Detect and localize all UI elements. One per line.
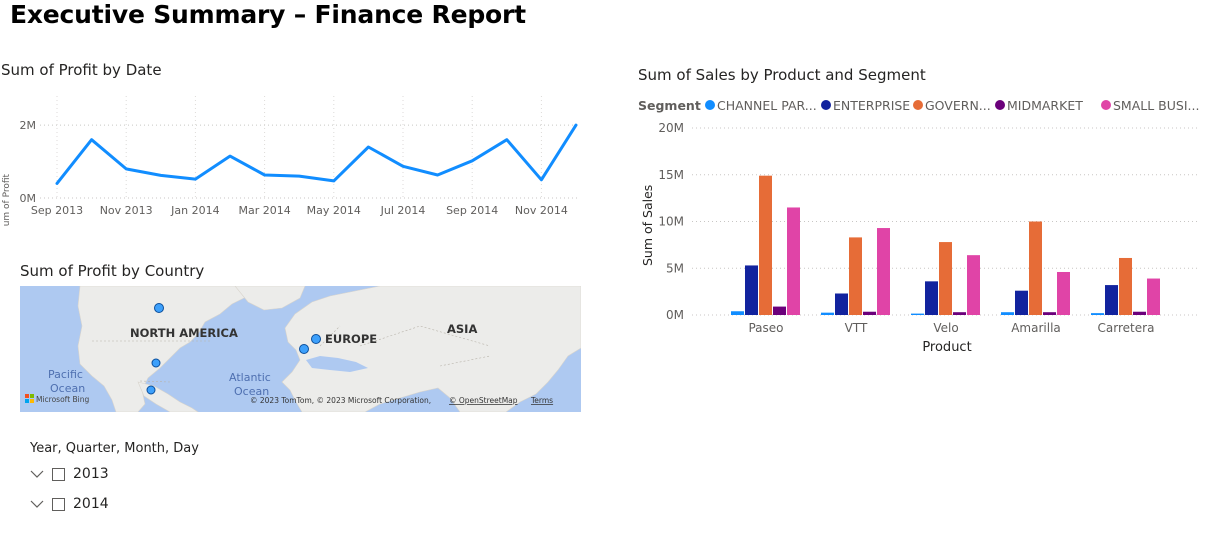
microsoft-bing-logo: Microsoft Bing bbox=[25, 394, 89, 404]
line-x-tick: May 2014 bbox=[307, 204, 361, 217]
line-x-tick: Sep 2013 bbox=[31, 204, 83, 217]
bar-x-tick: Velo bbox=[933, 321, 958, 335]
bar-y-tick: 10M bbox=[658, 215, 684, 229]
date-hierarchy-slicer-title: Year, Quarter, Month, Day bbox=[30, 441, 199, 456]
bar-velo-3[interactable] bbox=[953, 312, 966, 315]
bar-paseo-4[interactable] bbox=[787, 207, 800, 315]
map-bubble-france[interactable] bbox=[299, 344, 309, 354]
bar-velo-0[interactable] bbox=[911, 313, 924, 315]
greenland-land bbox=[234, 286, 306, 311]
bar-chart-xlabel: Product bbox=[922, 340, 971, 355]
bar-velo-2[interactable] bbox=[939, 242, 952, 315]
label-asia: ASIA bbox=[447, 322, 477, 336]
label-pacific-ocean: Ocean bbox=[50, 382, 85, 395]
sales-bar-chart[interactable]: Segment CHANNEL PAR... ENTERPRISE GOVERN..… bbox=[630, 92, 1210, 362]
europe-asia-land bbox=[281, 286, 581, 412]
legend-item[interactable]: GOVERN... bbox=[913, 98, 991, 113]
bar-velo-1[interactable] bbox=[925, 281, 938, 315]
bar-vtt-2[interactable] bbox=[849, 237, 862, 315]
line-chart-ylabel: Sum of Profit bbox=[2, 173, 12, 226]
label-north-america: NORTH AMERICA bbox=[130, 326, 238, 340]
map-bubble-canada[interactable] bbox=[154, 303, 164, 313]
legend-marker bbox=[821, 100, 831, 110]
legend-item[interactable]: SMALL BUSI... bbox=[1101, 98, 1199, 113]
bar-x-tick: Amarilla bbox=[1011, 321, 1061, 335]
bar-chart-ylabel: Sum of Sales bbox=[640, 185, 655, 266]
legend-label: ENTERPRISE bbox=[833, 98, 910, 113]
legend-item[interactable]: CHANNEL PAR... bbox=[705, 98, 817, 113]
bar-x-tick: Paseo bbox=[748, 321, 783, 335]
bar-chart-title: Sum of Sales by Product and Segment bbox=[638, 66, 926, 84]
legend-marker bbox=[705, 100, 715, 110]
label-europe: EUROPE bbox=[325, 332, 377, 346]
legend-item[interactable]: ENTERPRISE bbox=[821, 98, 910, 113]
checkbox[interactable] bbox=[52, 497, 65, 511]
bar-y-tick: 20M bbox=[658, 121, 684, 135]
map-bubble-germany[interactable] bbox=[311, 334, 321, 344]
bar-paseo-0[interactable] bbox=[731, 311, 744, 315]
bar-y-tick: 5M bbox=[666, 261, 684, 275]
bar-carretera-2[interactable] bbox=[1119, 257, 1132, 315]
line-x-tick: Jan 2014 bbox=[170, 204, 219, 217]
bar-vtt-0[interactable] bbox=[821, 312, 834, 315]
terms-link[interactable]: Terms bbox=[530, 396, 553, 405]
map-copyright: © 2023 TomTom, © 2023 Microsoft Corporat… bbox=[250, 396, 431, 405]
bar-y-tick: 0M bbox=[666, 308, 684, 322]
legend-label: CHANNEL PAR... bbox=[717, 98, 817, 113]
bar-vtt-3[interactable] bbox=[863, 311, 876, 315]
bar-x-tick: Carretera bbox=[1098, 321, 1155, 335]
bar-vtt-1[interactable] bbox=[835, 293, 848, 315]
line-x-tick: Jul 2014 bbox=[380, 204, 426, 217]
mexico-central-america-land bbox=[137, 381, 199, 412]
bar-x-tick: VTT bbox=[845, 321, 868, 335]
legend-marker bbox=[1101, 100, 1111, 110]
profit-by-country-map[interactable]: NORTH AMERICA EUROPE ASIA Pacific Ocean … bbox=[20, 286, 581, 412]
slicer-item-2014[interactable]: 2014 bbox=[28, 492, 109, 516]
legend-marker bbox=[995, 100, 1005, 110]
bar-carretera-1[interactable] bbox=[1105, 285, 1118, 315]
line-x-tick: Nov 2014 bbox=[515, 204, 568, 217]
label-atlantic: Atlantic bbox=[229, 371, 271, 384]
profit-series-line[interactable] bbox=[55, 123, 578, 185]
bar-carretera-0[interactable] bbox=[1091, 313, 1104, 315]
bar-amarilla-4[interactable] bbox=[1057, 271, 1070, 315]
bar-amarilla-2[interactable] bbox=[1029, 221, 1042, 316]
bar-amarilla-0[interactable] bbox=[1001, 312, 1014, 315]
legend-marker bbox=[913, 100, 923, 110]
slicer-item-label: 2013 bbox=[73, 466, 109, 482]
legend-label: SMALL BUSI... bbox=[1113, 98, 1199, 113]
bar-carretera-3[interactable] bbox=[1133, 311, 1146, 315]
line-y-tick: 2M bbox=[20, 119, 37, 132]
legend-label: GOVERN... bbox=[925, 98, 991, 113]
bar-amarilla-3[interactable] bbox=[1043, 312, 1056, 315]
slicer-item-label: 2014 bbox=[73, 496, 109, 512]
checkbox[interactable] bbox=[52, 467, 65, 481]
bar-amarilla-1[interactable] bbox=[1015, 290, 1028, 315]
bar-y-tick: 15M bbox=[658, 168, 684, 182]
map-bubble-mexico[interactable] bbox=[146, 385, 156, 395]
label-pacific: Pacific bbox=[48, 368, 83, 381]
page-title: Executive Summary – Finance Report bbox=[10, 0, 526, 29]
openstreetmap-link[interactable]: © OpenStreetMap bbox=[449, 396, 518, 405]
slicer-item-2013[interactable]: 2013 bbox=[28, 462, 109, 486]
map-title: Sum of Profit by Country bbox=[20, 262, 205, 280]
bar-carretera-4[interactable] bbox=[1147, 278, 1160, 315]
svg-text:Microsoft Bing: Microsoft Bing bbox=[36, 395, 89, 404]
chevron-down-icon[interactable] bbox=[28, 467, 46, 482]
bar-velo-4[interactable] bbox=[967, 255, 980, 315]
map-bubble-united-states[interactable] bbox=[151, 358, 161, 368]
line-x-tick: Mar 2014 bbox=[238, 204, 290, 217]
line-x-tick: Nov 2013 bbox=[100, 204, 153, 217]
bar-paseo-2[interactable] bbox=[759, 175, 772, 315]
legend-item[interactable]: MIDMARKET bbox=[995, 98, 1083, 113]
bar-paseo-3[interactable] bbox=[773, 306, 786, 315]
profit-line-chart[interactable]: Sum of Profit 0M2M Sep 2013 Nov 2013 Jan 2… bbox=[0, 86, 600, 226]
bar-paseo-1[interactable] bbox=[745, 265, 758, 315]
line-chart-title: Sum of Profit by Date bbox=[1, 61, 162, 79]
line-x-tick: Sep 2014 bbox=[446, 204, 498, 217]
legend-label: MIDMARKET bbox=[1007, 98, 1083, 113]
chevron-down-icon[interactable] bbox=[28, 497, 46, 512]
bar-legend-title: Segment bbox=[638, 98, 701, 113]
bar-vtt-4[interactable] bbox=[877, 228, 890, 315]
